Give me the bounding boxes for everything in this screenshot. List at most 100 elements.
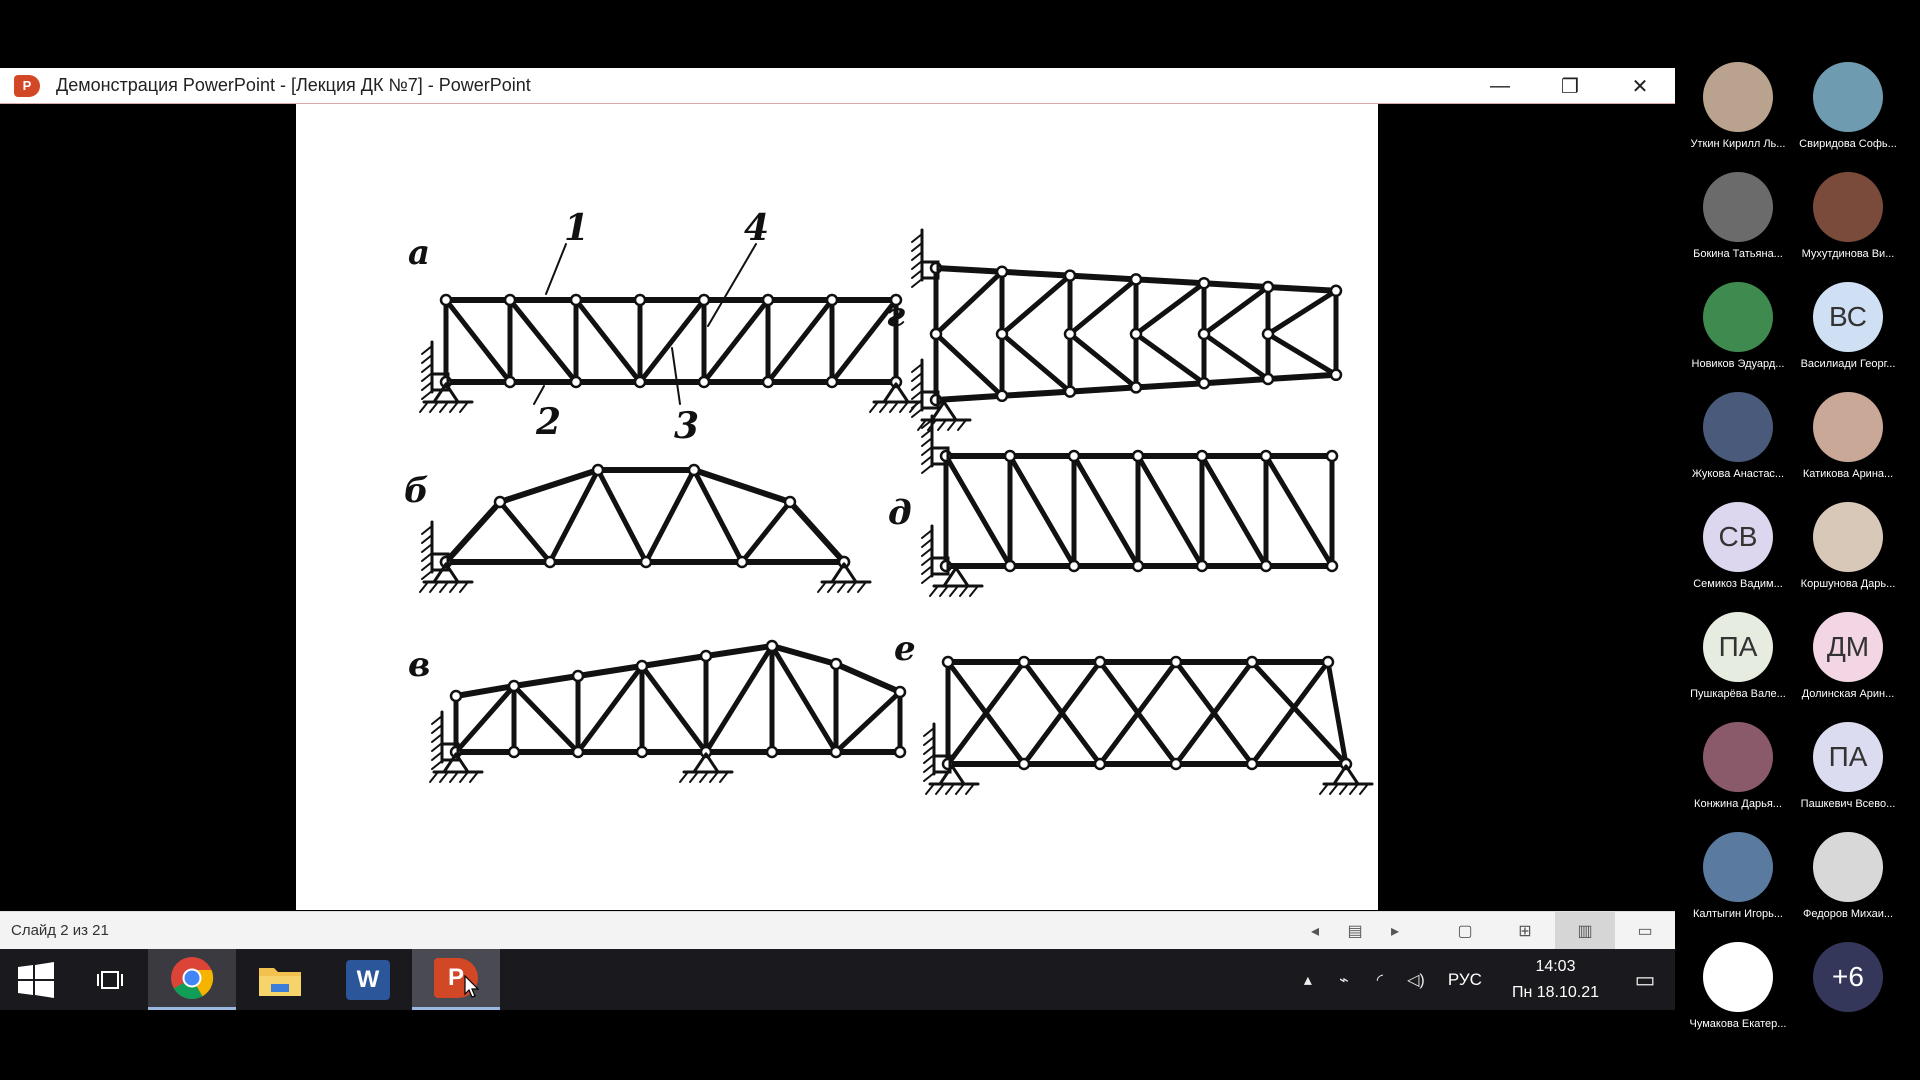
truss-node (1003, 559, 1017, 573)
show-hidden-icons-icon[interactable]: ▴ (1290, 970, 1326, 990)
truss-node (1197, 376, 1211, 390)
close-button[interactable]: ✕ (1605, 68, 1675, 104)
participant-tile[interactable]: Бокина Татьяна... (1683, 172, 1793, 260)
support-leg (704, 752, 720, 774)
previous-slide-icon[interactable]: ◂ (1295, 912, 1335, 950)
participant-tile[interactable]: Конжина Дарья... (1683, 722, 1793, 810)
truss-node (761, 375, 775, 389)
participant-name: Уткин Кирилл Ль... (1690, 138, 1786, 150)
participant-tile[interactable]: Уткин Кирилл Ль... (1683, 62, 1793, 150)
label-leader (707, 243, 757, 327)
support-leg (442, 752, 458, 774)
truss-node (543, 555, 557, 569)
chord-bottom (1067, 384, 1139, 395)
truss-node (633, 293, 647, 307)
reading-view-icon[interactable]: ▥ (1555, 912, 1615, 950)
participant-name: Мухутдинова Ви... (1801, 248, 1895, 260)
taskbar-powerpoint[interactable]: P (412, 949, 500, 1010)
chord-top (511, 673, 581, 689)
truss-node (735, 555, 749, 569)
truss-node (995, 265, 1009, 279)
taskbar-chrome[interactable] (148, 949, 236, 1010)
support-leg (842, 562, 858, 584)
diagram-label: д (888, 493, 912, 533)
participant-tile[interactable]: ПА Пашкевич Всево... (1793, 722, 1903, 810)
chrome-icon (171, 957, 214, 1000)
truss-node (829, 745, 843, 759)
truss-node (1195, 559, 1209, 573)
participant-name: Новиков Эдуард... (1691, 358, 1785, 370)
network-icon[interactable]: ◜ (1362, 970, 1398, 990)
folder-icon (259, 967, 301, 996)
restore-button[interactable]: ❐ (1535, 68, 1605, 104)
truss-node (1129, 273, 1143, 286)
task-view-button[interactable] (72, 949, 148, 1010)
truss-node (941, 655, 955, 669)
web-member (703, 643, 775, 755)
participant-tile[interactable]: +6 (1793, 942, 1903, 1018)
participant-name: Пушкарёва Вале... (1690, 688, 1786, 700)
normal-view-icon[interactable]: ▢ (1435, 912, 1495, 950)
web-member (1067, 331, 1139, 390)
language-indicator[interactable]: РУС (1448, 970, 1482, 990)
web-member (497, 499, 553, 565)
support-leg (894, 382, 910, 404)
truss-node (1261, 327, 1275, 341)
participant-name: Долинская Арин... (1801, 688, 1895, 700)
battery-icon[interactable]: ⌁ (1326, 970, 1362, 990)
truss-node (571, 669, 585, 683)
truss-node (1169, 655, 1183, 669)
participant-tile[interactable]: Жукова Анастас... (1683, 392, 1793, 480)
participant-tile[interactable]: Калтыгин Игорь... (1683, 832, 1793, 920)
participant-tile[interactable]: Новиков Эдуард... (1683, 282, 1793, 370)
slide[interactable]: а 1 4 2 3 б в г д е (296, 104, 1378, 910)
minimize-button[interactable]: — (1465, 68, 1535, 104)
truss-node (1245, 655, 1259, 669)
participant-tile[interactable]: Мухутдинова Ви... (1793, 172, 1903, 260)
participant-tile[interactable]: СВ Семикоз Вадим... (1683, 502, 1793, 590)
slide-menu-icon[interactable]: ▤ (1335, 912, 1375, 950)
taskbar-word[interactable]: W (324, 949, 412, 1010)
mouse-cursor-icon (464, 975, 480, 998)
participant-tile[interactable]: ДМ Долинская Арин... (1793, 612, 1903, 700)
powerpoint-window: P Демонстрация PowerPoint - [Лекция ДК №… (0, 68, 1675, 950)
web-member (933, 269, 1005, 337)
truss-node (1259, 449, 1273, 463)
participant-tile[interactable]: Коршунова Дарь... (1793, 502, 1903, 590)
slide-show-area: а 1 4 2 3 б в г д е (0, 104, 1675, 910)
avatar (1813, 832, 1883, 902)
truss-node (825, 293, 839, 307)
participant-tile[interactable]: Федоров Михаи... (1793, 832, 1903, 920)
truss-node (783, 495, 797, 509)
support-leg (954, 566, 970, 588)
slide-sorter-icon[interactable]: ⊞ (1495, 912, 1555, 950)
chord-top (1265, 284, 1339, 294)
clock[interactable]: 14:03 Пн 18.10.21 (1512, 954, 1599, 1006)
participant-tile[interactable]: Чумакова Екатер... (1683, 942, 1793, 1030)
truss-node (493, 495, 507, 509)
truss-node (765, 639, 779, 653)
slide-counter: Слайд 2 из 21 (11, 922, 109, 939)
truss-node (1067, 449, 1081, 463)
web-member (1007, 453, 1077, 569)
truss-node (1129, 381, 1143, 394)
participant-name: Жукова Анастас... (1691, 468, 1785, 480)
truss-node (1261, 372, 1275, 386)
participant-tile[interactable]: ВС Василиади Георг... (1793, 282, 1903, 370)
truss-diagram: а 1 4 2 3 б в г д е (404, 207, 1374, 795)
next-slide-icon[interactable]: ▸ (1375, 912, 1415, 950)
start-button[interactable] (0, 949, 72, 1010)
truss-node (1063, 327, 1077, 341)
truss-node (503, 375, 517, 389)
support-leg (1332, 764, 1348, 786)
notifications-icon[interactable]: ▭ (1615, 967, 1675, 993)
participant-tile[interactable]: ПА Пушкарёва Вале... (1683, 612, 1793, 700)
chord-top (639, 653, 709, 669)
participant-tile[interactable]: Катикова Арина... (1793, 392, 1903, 480)
truss-node (1093, 655, 1107, 669)
participant-tile[interactable]: Свиридова Софь... (1793, 62, 1903, 150)
support-leg (830, 562, 846, 584)
taskbar-explorer[interactable] (236, 949, 324, 1010)
volume-icon[interactable]: ◁) (1398, 970, 1434, 990)
slide-show-icon[interactable]: ▭ (1615, 912, 1675, 950)
